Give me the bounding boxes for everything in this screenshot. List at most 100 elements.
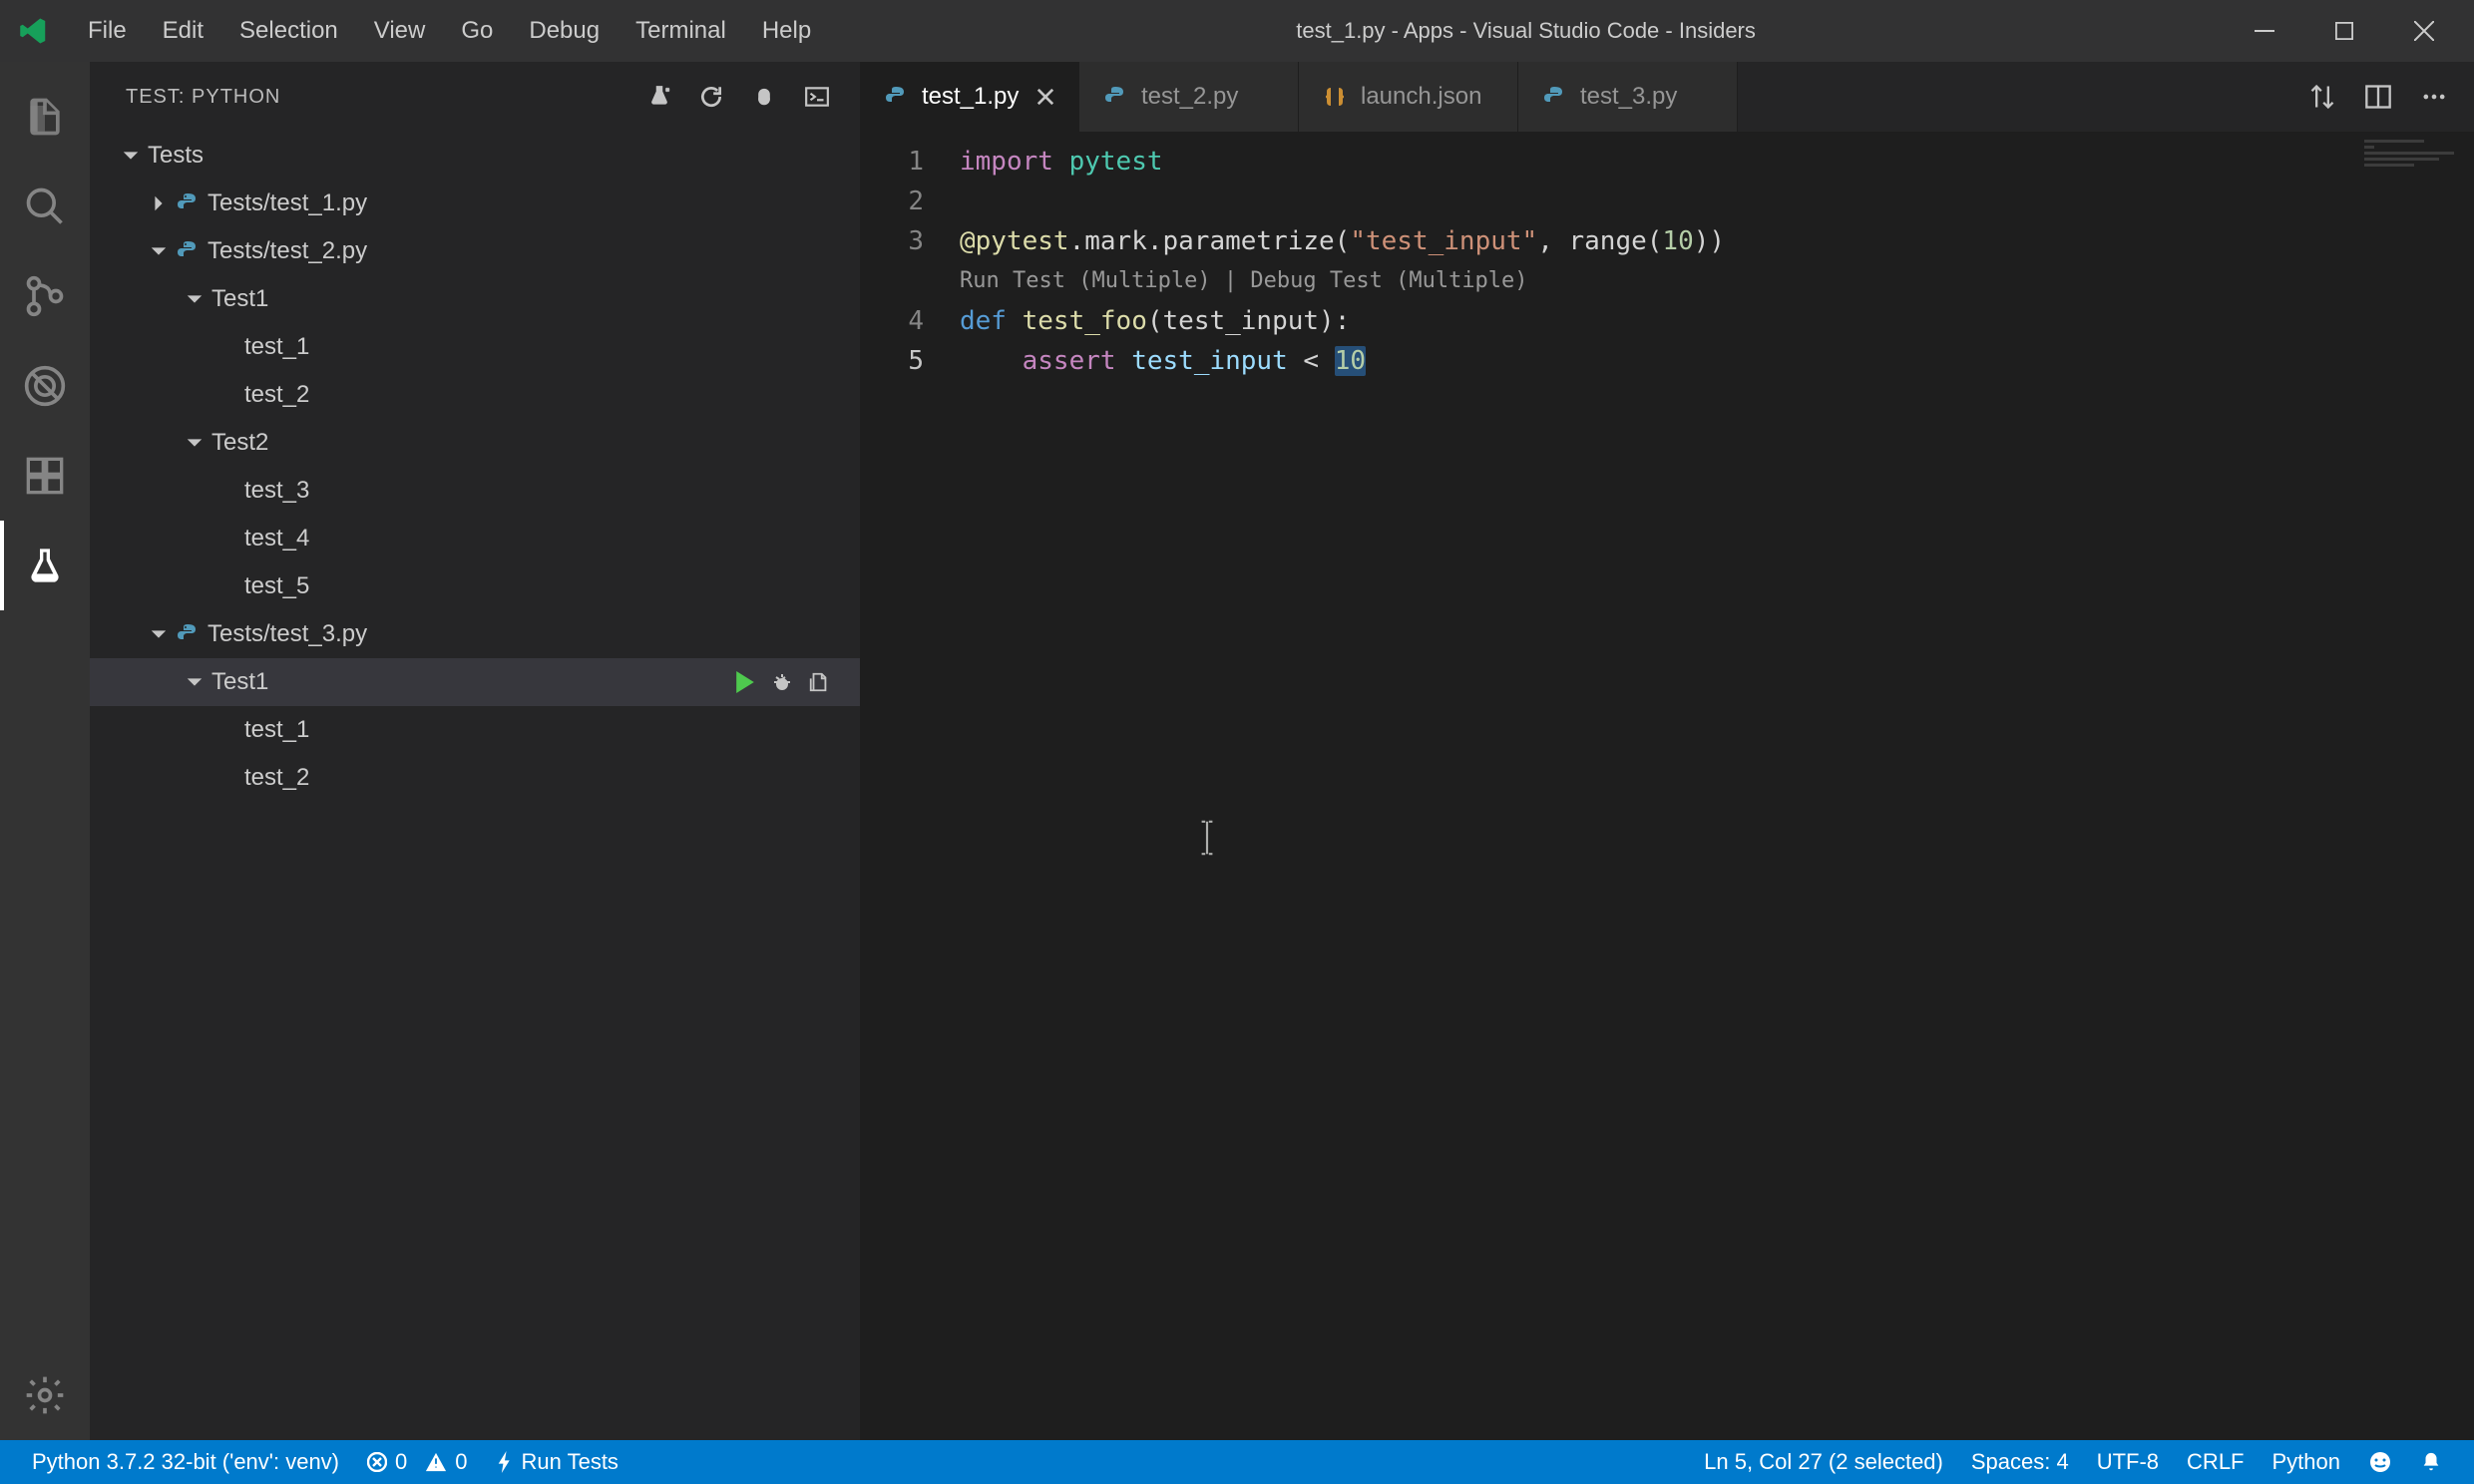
- explorer-icon[interactable]: [0, 72, 90, 162]
- status-problems[interactable]: 0 0: [353, 1449, 482, 1475]
- debug-icon[interactable]: [770, 670, 794, 694]
- discover-tests-icon[interactable]: [646, 84, 672, 110]
- menu-debug[interactable]: Debug: [513, 9, 616, 53]
- chevron-down-icon[interactable]: [186, 434, 211, 452]
- tree-label: Tests: [148, 142, 204, 170]
- status-encoding[interactable]: UTF-8: [2083, 1449, 2173, 1475]
- compare-icon[interactable]: [2308, 83, 2336, 111]
- menu-terminal[interactable]: Terminal: [619, 9, 742, 53]
- json-icon: [1323, 85, 1347, 109]
- python-icon: [176, 191, 200, 215]
- tree-test[interactable]: test_4: [90, 515, 860, 562]
- tree-label: test_1: [244, 333, 309, 361]
- lightning-icon: [496, 1451, 514, 1473]
- tree-suite[interactable]: Test2: [90, 419, 860, 467]
- tree-file[interactable]: Tests/test_1.py: [90, 180, 860, 227]
- menu-file[interactable]: File: [72, 9, 143, 53]
- error-count: 0: [395, 1449, 407, 1475]
- tree-root[interactable]: Tests: [90, 132, 860, 180]
- chevron-down-icon[interactable]: [186, 673, 211, 691]
- test-icon[interactable]: [0, 521, 90, 610]
- source-control-icon[interactable]: [0, 251, 90, 341]
- tree-suite-selected[interactable]: Test1: [90, 658, 860, 706]
- code-content[interactable]: import pytest @pytest.mark.parametrize("…: [960, 132, 2474, 1440]
- tree-test[interactable]: test_1: [90, 706, 860, 754]
- warning-icon: [425, 1451, 447, 1473]
- titlebar: File Edit Selection View Go Debug Termin…: [0, 0, 2474, 62]
- split-editor-icon[interactable]: [2364, 83, 2392, 111]
- feedback-icon[interactable]: [2354, 1449, 2406, 1475]
- tree-test[interactable]: test_2: [90, 371, 860, 419]
- search-icon[interactable]: [0, 162, 90, 251]
- chevron-down-icon[interactable]: [150, 625, 176, 643]
- tree-test[interactable]: test_3: [90, 467, 860, 515]
- settings-icon[interactable]: [0, 1350, 90, 1440]
- tree-file[interactable]: Tests/test_3.py: [90, 610, 860, 658]
- code-editor[interactable]: 1 2 3 4 5 import pytest @pytest.mark.par…: [860, 132, 2474, 1440]
- chevron-down-icon[interactable]: [122, 147, 148, 165]
- more-icon[interactable]: [2420, 83, 2448, 111]
- tab-test3[interactable]: test_3.py: [1518, 62, 1738, 132]
- maximize-button[interactable]: [2304, 0, 2384, 62]
- python-icon: [884, 85, 908, 109]
- tree-label: Tests/test_3.py: [207, 620, 367, 648]
- debug-icon[interactable]: [0, 341, 90, 431]
- codelens[interactable]: Run Test (Multiple) | Debug Test (Multip…: [960, 261, 2474, 301]
- status-language[interactable]: Python: [2259, 1449, 2355, 1475]
- test-sidebar: TEST: PYTHON Tests Tests/test_1.py: [90, 62, 860, 1440]
- tree-label: Tests/test_1.py: [207, 189, 367, 217]
- tab-test1[interactable]: test_1.py: [860, 62, 1079, 132]
- debug-all-icon[interactable]: [750, 83, 778, 111]
- status-python[interactable]: Python 3.7.2 32-bit ('env': venv): [18, 1449, 353, 1475]
- menu-edit[interactable]: Edit: [147, 9, 219, 53]
- line-gutter: 1 2 3 4 5: [860, 132, 960, 1440]
- python-icon: [176, 622, 200, 646]
- refresh-icon[interactable]: [698, 84, 724, 110]
- status-spaces[interactable]: Spaces: 4: [1957, 1449, 2083, 1475]
- editor-area: test_1.py test_2.py launch.json test_3.p…: [860, 62, 2474, 1440]
- notifications-icon[interactable]: [2406, 1449, 2456, 1475]
- status-bar: Python 3.7.2 32-bit ('env': venv) 0 0 Ru…: [0, 1440, 2474, 1484]
- tab-label: launch.json: [1361, 83, 1481, 111]
- minimap[interactable]: [2364, 140, 2464, 180]
- tree-test[interactable]: test_5: [90, 562, 860, 610]
- close-button[interactable]: [2384, 0, 2464, 62]
- tree-suite[interactable]: Test1: [90, 275, 860, 323]
- menu-view[interactable]: View: [358, 9, 442, 53]
- window-title: test_1.py - Apps - Visual Studio Code - …: [827, 18, 2225, 44]
- tab-label: test_1.py: [922, 83, 1019, 111]
- extensions-icon[interactable]: [0, 431, 90, 521]
- python-icon: [1542, 85, 1566, 109]
- python-icon: [1103, 85, 1127, 109]
- menu-selection[interactable]: Selection: [223, 9, 354, 53]
- tree-test[interactable]: test_2: [90, 754, 860, 802]
- chevron-down-icon[interactable]: [186, 290, 211, 308]
- status-cursor[interactable]: Ln 5, Col 27 (2 selected): [1690, 1449, 1957, 1475]
- open-file-icon[interactable]: [808, 671, 830, 693]
- output-icon[interactable]: [804, 84, 830, 110]
- status-eol[interactable]: CRLF: [2173, 1449, 2258, 1475]
- menu-go[interactable]: Go: [445, 9, 509, 53]
- minimize-button[interactable]: [2225, 0, 2304, 62]
- close-icon[interactable]: [1036, 88, 1054, 106]
- window-controls: [2225, 0, 2464, 62]
- test-tree[interactable]: Tests Tests/test_1.py Tests/test_2.py Te…: [90, 132, 860, 1440]
- chevron-right-icon[interactable]: [150, 194, 176, 212]
- tree-label: Test2: [211, 429, 268, 457]
- menu-help[interactable]: Help: [746, 9, 827, 53]
- vscode-icon: [14, 11, 54, 51]
- error-icon: [367, 1452, 387, 1472]
- row-actions: [734, 670, 830, 694]
- chevron-down-icon[interactable]: [150, 242, 176, 260]
- text-cursor-icon: [1197, 820, 1217, 856]
- tree-label: test_1: [244, 716, 309, 744]
- tree-label: Test1: [211, 285, 268, 313]
- tab-actions: [2282, 62, 2474, 132]
- tab-test2[interactable]: test_2.py: [1079, 62, 1299, 132]
- tree-file[interactable]: Tests/test_2.py: [90, 227, 860, 275]
- tab-launch[interactable]: launch.json: [1299, 62, 1518, 132]
- run-icon[interactable]: [734, 671, 756, 693]
- warning-count: 0: [455, 1449, 467, 1475]
- status-run-tests[interactable]: Run Tests: [482, 1449, 632, 1475]
- tree-test[interactable]: test_1: [90, 323, 860, 371]
